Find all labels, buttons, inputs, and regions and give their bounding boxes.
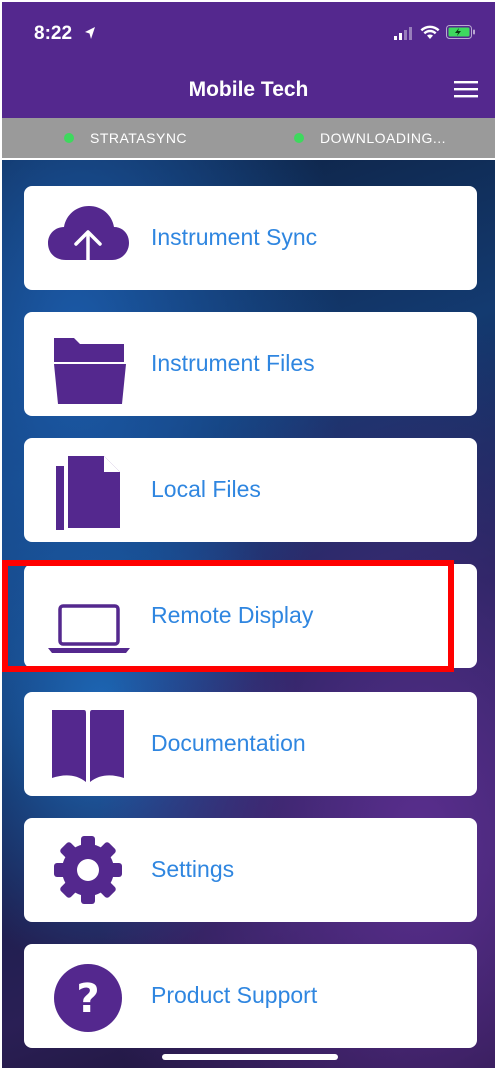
app-screen: 8:22 Mobile Tech STRATASYNC DOWNLOADING.…	[2, 2, 495, 1068]
files-icon	[56, 456, 120, 530]
menu-item-settings[interactable]: Settings	[24, 818, 477, 922]
menu-item-label: Product Support	[151, 982, 318, 1008]
laptop-icon	[48, 604, 130, 653]
svg-text:?: ?	[76, 976, 99, 1022]
home-indicator[interactable]	[162, 1054, 338, 1060]
folder-icon	[54, 338, 126, 404]
battery-charging-icon	[446, 25, 475, 39]
status-time: 8:22	[34, 23, 73, 44]
download-status-dot	[294, 133, 304, 143]
menu-item-label: Documentation	[151, 730, 306, 756]
stratasync-label: STRATASYNC	[90, 130, 188, 146]
menu-item-label: Instrument Files	[151, 350, 315, 376]
app-title: Mobile Tech	[188, 78, 309, 101]
cellular-signal-icon	[394, 27, 412, 40]
menu-item-label: Remote Display	[151, 602, 314, 628]
menu-item-documentation[interactable]: Documentation	[24, 692, 477, 796]
menu-item-remote-display[interactable]: Remote Display	[24, 564, 477, 668]
gear-icon	[54, 836, 122, 904]
menu-item-label: Settings	[151, 856, 235, 882]
menu-item-instrument-files[interactable]: Instrument Files	[24, 312, 477, 416]
menu-item-local-files[interactable]: Local Files	[24, 438, 477, 542]
sync-status-bar: STRATASYNC DOWNLOADING...	[2, 118, 495, 158]
menu-item-instrument-sync[interactable]: Instrument Sync	[24, 186, 477, 290]
menu-item-product-support[interactable]: ? Product Support	[24, 944, 477, 1048]
app-header: 8:22 Mobile Tech	[2, 2, 495, 118]
question-icon: ?	[54, 964, 122, 1032]
download-status-label: DOWNLOADING...	[320, 130, 447, 146]
book-icon	[52, 710, 124, 782]
status-bar: 8:22	[2, 2, 495, 60]
menu-item-label: Instrument Sync	[151, 224, 318, 250]
hamburger-menu-icon[interactable]	[454, 80, 478, 98]
menu-item-label: Local Files	[151, 476, 261, 502]
cloud-upload-icon	[48, 206, 129, 276]
stratasync-status-dot	[64, 133, 74, 143]
wifi-icon	[420, 25, 440, 39]
location-arrow-icon	[85, 27, 95, 39]
